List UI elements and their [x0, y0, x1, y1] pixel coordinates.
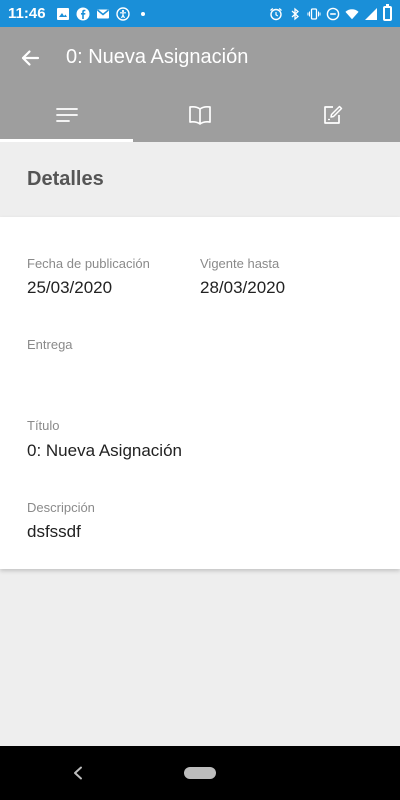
status-time: 11:46 [8, 5, 46, 22]
notification-icons [56, 6, 150, 21]
valid-until-value: 28/03/2020 [200, 278, 286, 297]
section-header: Detalles [0, 142, 400, 217]
title-value: 0: Nueva Asignación [27, 441, 182, 460]
image-icon [56, 7, 70, 21]
section-heading: Detalles [27, 168, 104, 190]
description-value: dsfssdf [27, 522, 81, 541]
signal-icon [364, 7, 378, 21]
book-icon [189, 105, 211, 125]
tab-resources[interactable] [133, 88, 266, 142]
delivery-label: Entrega [27, 337, 73, 352]
tab-details[interactable] [0, 88, 134, 142]
home-pill-icon[interactable] [184, 767, 216, 779]
alarm-icon [269, 7, 283, 21]
wifi-icon [345, 7, 359, 21]
details-card: Fecha de publicación 25/03/2020 Vigente … [0, 217, 400, 569]
tab-submission[interactable] [267, 88, 400, 142]
publish-date-value: 25/03/2020 [27, 278, 113, 297]
valid-until-label: Vigente hasta [200, 256, 280, 271]
edit-note-icon [324, 105, 343, 124]
details-lines-icon [55, 108, 78, 122]
nav-back-button[interactable] [68, 763, 88, 783]
nav-back-icon [74, 766, 82, 780]
vibrate-icon [307, 7, 321, 21]
app-bar: 0: Nueva Asignación [0, 27, 400, 142]
app-bar-title-row: 0: Nueva Asignación [0, 27, 400, 88]
arrow-left-icon [21, 49, 40, 66]
dnd-icon [326, 7, 340, 21]
tab-bar [0, 88, 400, 142]
publish-date-label: Fecha de publicación [27, 256, 150, 271]
back-button[interactable] [0, 27, 60, 88]
title-label: Título [27, 418, 60, 433]
system-icons [269, 4, 392, 21]
facebook-icon [76, 7, 90, 21]
gmail-icon [96, 7, 110, 21]
battery-icon [383, 4, 392, 21]
description-label: Descripción [27, 500, 95, 515]
dot-icon [136, 7, 150, 21]
system-nav-bar [0, 746, 400, 800]
page-title: 0: Nueva Asignación [66, 46, 249, 68]
status-bar: 11:46 [0, 0, 400, 27]
bluetooth-icon [288, 7, 302, 21]
accessibility-icon [115, 6, 130, 21]
